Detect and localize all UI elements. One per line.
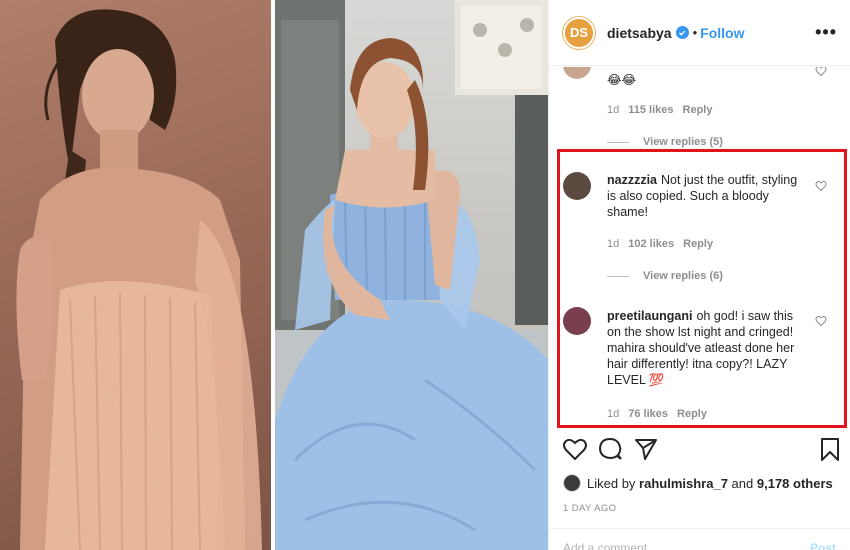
reply-button[interactable]: Reply [683, 238, 713, 250]
comment-username[interactable]: nazzzzia [607, 173, 657, 187]
divider [549, 528, 850, 529]
heart-icon[interactable] [815, 315, 827, 327]
comment-meta: 1d 76 likes Reply [607, 408, 707, 420]
liked-by-and: and [731, 475, 754, 491]
liked-by-user[interactable]: rahulmishra_7 [639, 476, 728, 491]
separator: • [692, 25, 698, 40]
share-icon[interactable] [633, 436, 659, 462]
comment-meta: 1d 102 likes Reply [607, 238, 713, 250]
post-action-bar [549, 436, 850, 470]
comment-time: 1d [607, 408, 620, 420]
view-replies-button[interactable]: View replies (6) [607, 270, 723, 282]
woman-peach-gown-image [16, 9, 262, 550]
comment-avatar[interactable] [563, 172, 591, 200]
view-replies-label: View replies (5) [643, 136, 723, 148]
comments-list: 😂😂 1d 115 likes Reply View replies (5) naz… [549, 67, 850, 425]
comment-icon[interactable] [597, 436, 623, 462]
photo-right [275, 0, 548, 550]
comment-time: 1d [607, 104, 620, 116]
comment-meta: 1d 115 likes Reply [607, 104, 713, 116]
verified-badge-icon [675, 26, 689, 39]
post-comment-button[interactable]: Post [810, 541, 836, 550]
view-replies-button[interactable]: View replies (5) [607, 136, 723, 148]
likes-summary: Liked by rahulmishra_7 and 9,178 others [563, 474, 833, 492]
woman-blue-gown-image [275, 0, 548, 550]
comment-text: nazzzzia Not just the outfit, styling is … [607, 172, 807, 220]
comment-likes[interactable]: 102 likes [628, 238, 674, 250]
avatar-initials: DS [569, 25, 589, 40]
avatar[interactable]: DS [563, 16, 595, 49]
more-options-icon[interactable]: ••• [815, 22, 837, 43]
post-header: DS dietsabya • Follow ••• [549, 0, 850, 66]
instagram-post-panel: DS dietsabya • Follow ••• 😂😂 1d 115 likes… [548, 0, 850, 550]
follow-button[interactable]: Follow [700, 25, 744, 41]
comment-avatar[interactable] [563, 67, 591, 79]
likes-count[interactable]: 9,178 others [757, 476, 833, 491]
photo-left [0, 0, 271, 550]
post-timestamp: 1 DAY AGO [563, 503, 617, 514]
comment-likes[interactable]: 76 likes [628, 408, 668, 420]
comment-text: 😂😂 [607, 72, 636, 88]
post-username[interactable]: dietsabya [607, 25, 672, 41]
heart-icon[interactable] [562, 436, 588, 462]
comment-text: preetilaungani oh god! i saw this on the … [607, 308, 807, 388]
comment-username[interactable]: preetilaungani [607, 309, 692, 323]
comment-time: 1d [607, 238, 620, 250]
heart-icon[interactable] [815, 67, 827, 77]
liked-by-prefix: Liked by [587, 475, 636, 491]
view-replies-label: View replies (6) [643, 270, 723, 282]
heart-icon[interactable] [815, 180, 827, 192]
bookmark-icon[interactable] [817, 436, 843, 462]
comment-body: 😂😂 [607, 73, 637, 87]
reply-button[interactable]: Reply [683, 104, 713, 116]
comment-likes[interactable]: 115 likes [628, 104, 673, 116]
add-comment-input[interactable]: Add a comment... [563, 541, 657, 550]
reply-button[interactable]: Reply [677, 408, 707, 420]
liked-by-avatar[interactable] [563, 474, 581, 492]
comment-avatar[interactable] [563, 307, 591, 335]
